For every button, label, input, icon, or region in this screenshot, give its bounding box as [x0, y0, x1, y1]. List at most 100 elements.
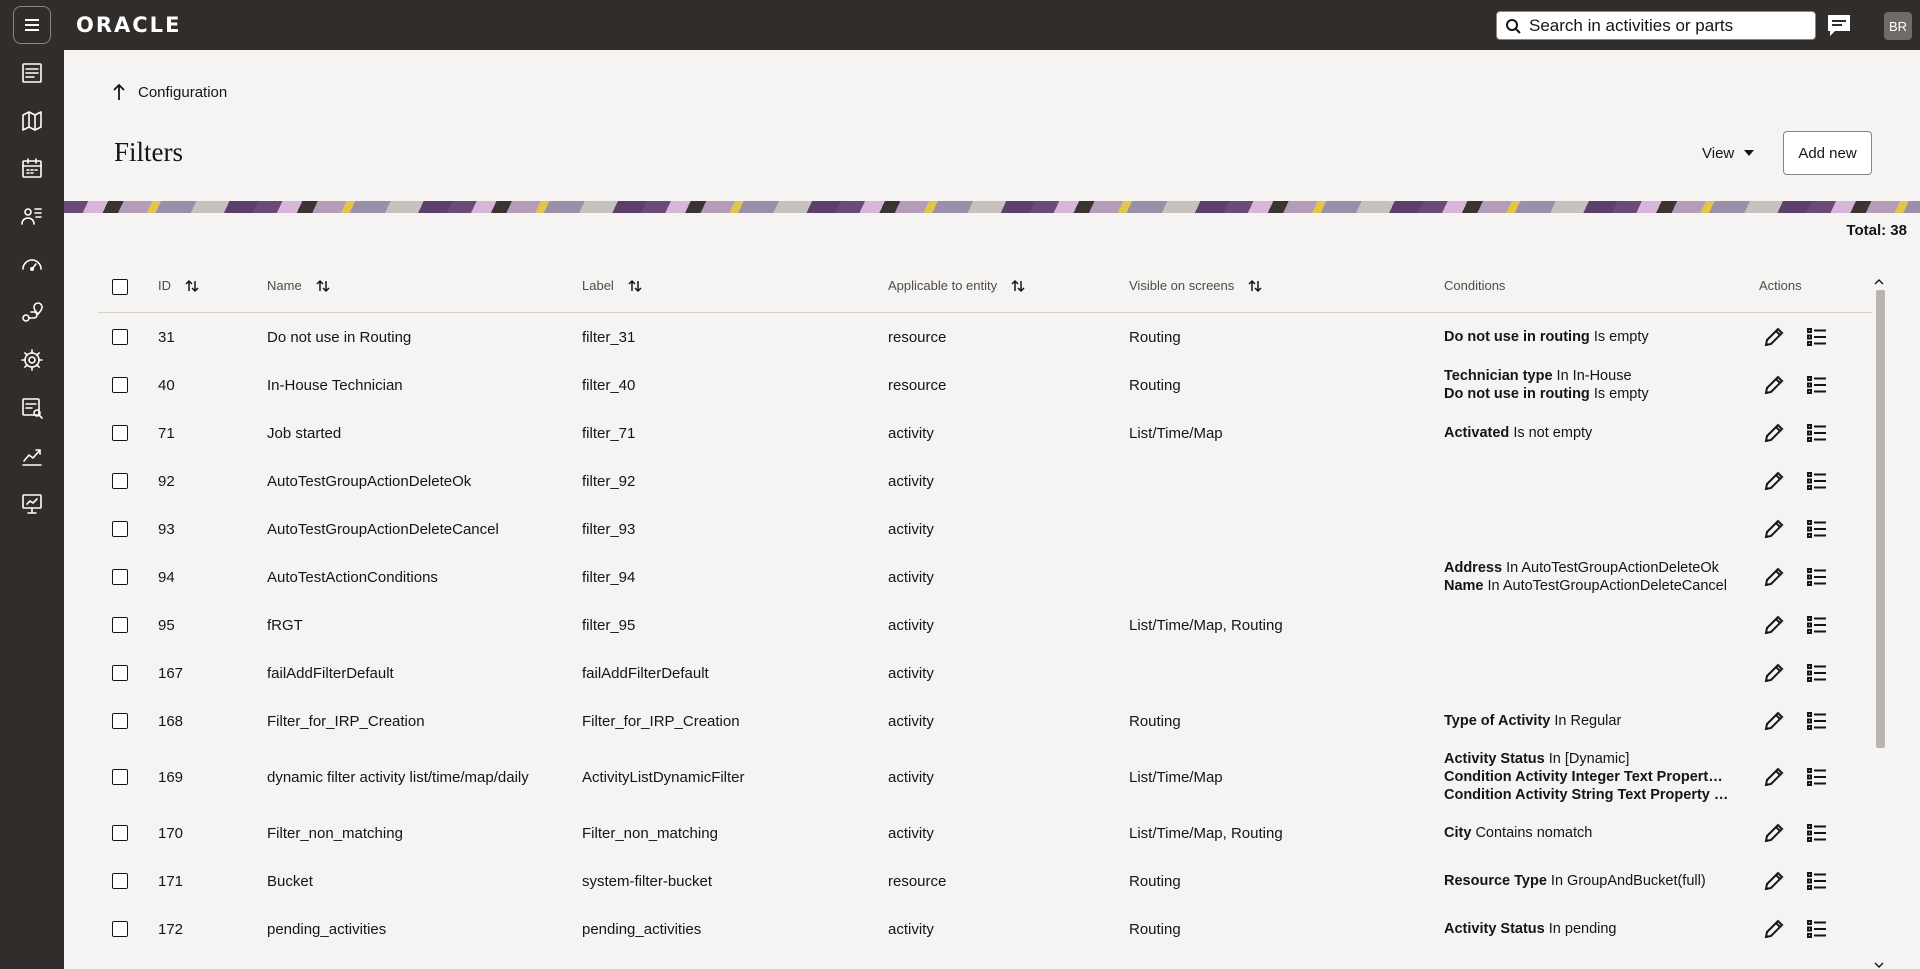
edit-button[interactable] — [1759, 610, 1789, 640]
edit-button[interactable] — [1759, 370, 1789, 400]
details-button[interactable] — [1802, 322, 1832, 352]
sort-icon[interactable] — [316, 279, 330, 293]
chat-button[interactable] — [1826, 13, 1852, 39]
details-button[interactable] — [1802, 514, 1832, 544]
table-row[interactable]: 92 AutoTestGroupActionDeleteOk filter_92 ac… — [98, 457, 1872, 505]
report-icon — [22, 398, 43, 419]
calendar-icon — [22, 158, 42, 178]
nav-map[interactable] — [8, 101, 56, 141]
cell-conditions: City Contains nomatch — [1444, 809, 1734, 857]
edit-button[interactable] — [1759, 914, 1789, 944]
scroll-down-arrow-icon[interactable] — [1874, 961, 1884, 969]
view-menu-button[interactable]: View — [1690, 138, 1766, 168]
column-header-id[interactable]: ID — [158, 278, 199, 293]
condition-field: Do not use in routing — [1444, 386, 1590, 402]
nav-dispatch-console[interactable] — [8, 53, 56, 93]
row-checkbox[interactable] — [112, 569, 128, 585]
table-row[interactable]: 93 AutoTestGroupActionDeleteCancel filter_… — [98, 505, 1872, 553]
details-button[interactable] — [1802, 466, 1832, 496]
column-header-screens[interactable]: Visible on screens — [1129, 278, 1262, 293]
nav-analytics[interactable] — [8, 436, 56, 476]
edit-button[interactable] — [1759, 514, 1789, 544]
nav-resources[interactable] — [8, 196, 56, 236]
row-checkbox[interactable] — [112, 665, 128, 681]
nav-reports[interactable] — [8, 388, 56, 428]
list-icon — [1807, 520, 1826, 538]
row-checkbox[interactable] — [112, 473, 128, 489]
row-checkbox[interactable] — [112, 329, 128, 345]
column-header-label[interactable]: Label — [582, 278, 642, 293]
condition-field: Name — [1444, 578, 1484, 594]
edit-button[interactable] — [1759, 818, 1789, 848]
add-new-button[interactable]: Add new — [1783, 131, 1872, 175]
details-button[interactable] — [1802, 866, 1832, 896]
details-button[interactable] — [1802, 818, 1832, 848]
condition-line: Name In AutoTestGroupActionDeleteCancel — [1444, 577, 1727, 595]
list-icon — [1807, 872, 1826, 890]
row-checkbox[interactable] — [112, 521, 128, 537]
scrollbar-thumb[interactable] — [1876, 290, 1885, 748]
details-button[interactable] — [1802, 658, 1832, 688]
table-row[interactable]: 71 Job started filter_71 activity List/Time/… — [98, 409, 1872, 457]
hamburger-menu-button[interactable] — [13, 6, 51, 44]
table-row[interactable]: 171 Bucket system-filter-bucket resource Rou… — [98, 857, 1872, 905]
details-button[interactable] — [1802, 610, 1832, 640]
table-row[interactable]: 94 AutoTestActionConditions filter_94 activ… — [98, 553, 1872, 601]
user-avatar[interactable]: BR — [1884, 12, 1912, 40]
row-checkbox[interactable] — [112, 377, 128, 393]
table-row[interactable]: 172 pending_activities pending_activities a… — [98, 905, 1872, 953]
row-checkbox[interactable] — [112, 873, 128, 889]
details-button[interactable] — [1802, 370, 1832, 400]
column-header-entity[interactable]: Applicable to entity — [888, 278, 1025, 293]
edit-button[interactable] — [1759, 762, 1789, 792]
details-button[interactable] — [1802, 914, 1832, 944]
sort-icon[interactable] — [185, 279, 199, 293]
pencil-icon — [1764, 423, 1784, 443]
cell-screens: Routing — [1129, 920, 1181, 938]
nav-routing[interactable] — [8, 292, 56, 332]
row-checkbox[interactable] — [112, 921, 128, 937]
edit-button[interactable] — [1759, 562, 1789, 592]
table-row[interactable]: 169 dynamic filter activity list/time/map… — [98, 745, 1872, 809]
edit-button[interactable] — [1759, 418, 1789, 448]
table-row[interactable]: 40 In-House Technician filter_40 resource Ro… — [98, 361, 1872, 409]
select-all-checkbox[interactable] — [112, 279, 128, 295]
cell-label: Filter_for_IRP_Creation — [582, 712, 740, 730]
row-checkbox[interactable] — [112, 769, 128, 785]
sort-icon[interactable] — [1248, 279, 1262, 293]
details-button[interactable] — [1802, 762, 1832, 792]
search-input[interactable] — [1529, 15, 1809, 36]
nav-gauge[interactable] — [8, 244, 56, 284]
sort-icon[interactable] — [1011, 279, 1025, 293]
edit-button[interactable] — [1759, 706, 1789, 736]
edit-button[interactable] — [1759, 658, 1789, 688]
cell-id: 167 — [158, 664, 184, 682]
edit-button[interactable] — [1759, 866, 1789, 896]
breadcrumb-label[interactable]: Configuration — [138, 84, 227, 101]
edit-button[interactable] — [1759, 466, 1789, 496]
row-checkbox[interactable] — [112, 713, 128, 729]
column-header-name[interactable]: Name — [267, 278, 330, 293]
row-checkbox[interactable] — [112, 825, 128, 841]
table-row[interactable]: 170 Filter_non_matching Filter_non_matchin… — [98, 809, 1872, 857]
cell-label: pending_activities — [582, 920, 702, 938]
table-row[interactable]: 168 Filter_for_IRP_Creation Filter_for_IRP… — [98, 697, 1872, 745]
table-row[interactable]: 31 Do not use in Routing filter_31 resource… — [98, 313, 1872, 361]
details-button[interactable] — [1802, 562, 1832, 592]
sort-icon[interactable] — [628, 279, 642, 293]
table-row[interactable]: 95 fRGT filter_95 activity List/Time/Map, Ro… — [98, 601, 1872, 649]
table-row[interactable]: 167 failAddFilterDefault failAddFilterDefa… — [98, 649, 1872, 697]
nav-presentation[interactable] — [8, 484, 56, 524]
row-checkbox[interactable] — [112, 425, 128, 441]
edit-button[interactable] — [1759, 322, 1789, 352]
global-search[interactable] — [1496, 11, 1816, 40]
row-checkbox[interactable] — [112, 617, 128, 633]
scroll-up-arrow-icon[interactable] — [1874, 278, 1884, 286]
nav-calendar[interactable] — [8, 148, 56, 188]
breadcrumb[interactable]: Configuration — [112, 83, 227, 101]
nav-configuration[interactable] — [8, 340, 56, 380]
details-button[interactable] — [1802, 418, 1832, 448]
list-icon — [1807, 424, 1826, 442]
details-button[interactable] — [1802, 706, 1832, 736]
menu-icon — [25, 19, 39, 31]
